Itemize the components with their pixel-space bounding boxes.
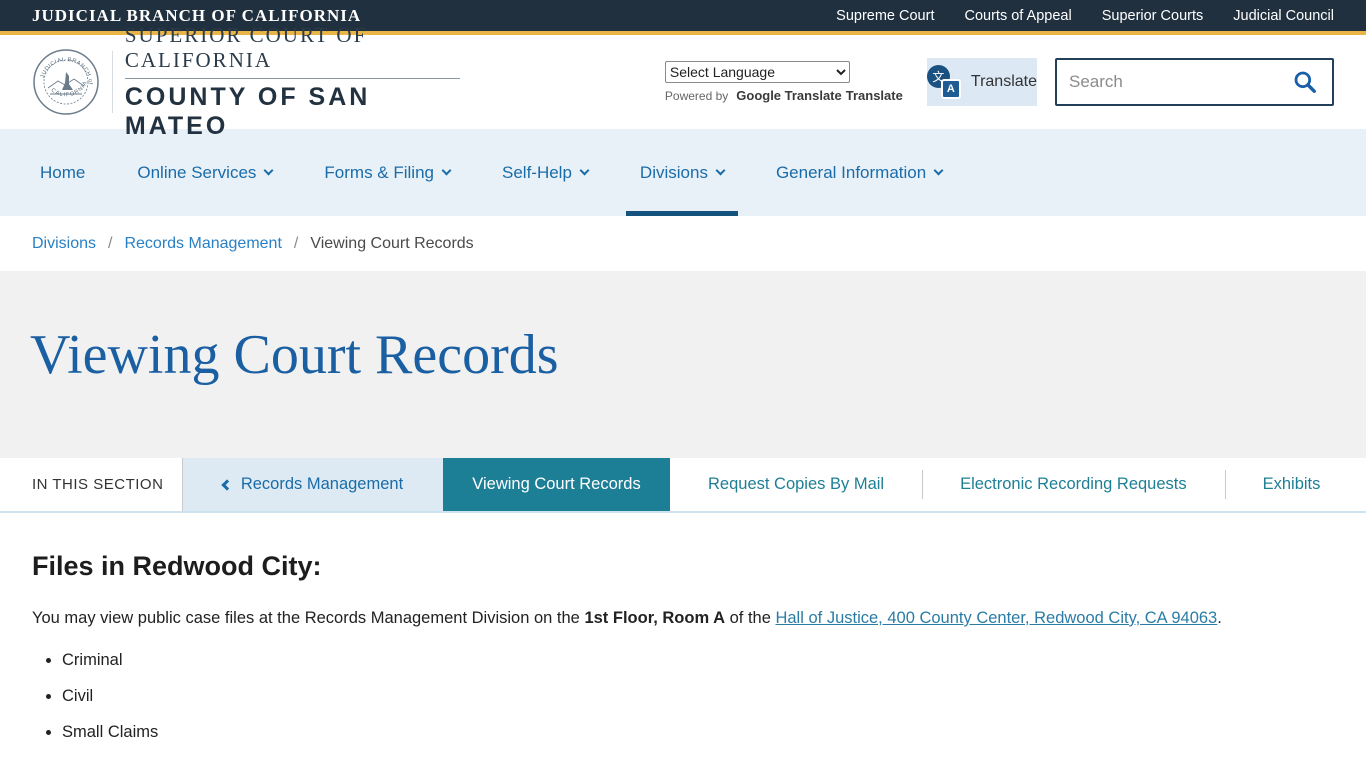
topbar-links: Supreme Court Courts of Appeal Superior … (836, 8, 1334, 24)
powered-by-label: Powered by (665, 89, 728, 103)
translate-icon-square: A (941, 79, 961, 99)
paragraph-text: . (1217, 609, 1222, 627)
chevron-down-icon (264, 166, 274, 176)
list-item: Civil (62, 687, 1334, 706)
main-navigation: Home Online Services Forms & Filing Self… (0, 129, 1366, 216)
nav-item-general-information[interactable]: General Information (750, 129, 968, 216)
breadcrumb-records-management[interactable]: Records Management (124, 235, 281, 253)
hero-banner: Viewing Court Records (0, 271, 1366, 458)
nav-item-online-services[interactable]: Online Services (111, 129, 298, 216)
paragraph-text: You may view public case files at the Re… (32, 609, 584, 627)
tab-viewing-court-records-active: Viewing Court Records (443, 458, 670, 511)
translate-icon: 文 A (927, 65, 961, 99)
google-translate-widget: Select Language Powered by Google Transl… (665, 61, 897, 103)
content-heading: Files in Redwood City: (32, 551, 1334, 582)
powered-by-row: Powered by Google Translate Translate (665, 88, 897, 103)
page-title: Viewing Court Records (30, 323, 1366, 387)
breadcrumb-current: Viewing Court Records (310, 235, 473, 253)
paragraph-text: of the (725, 609, 775, 627)
hall-of-justice-link[interactable]: Hall of Justice, 400 County Center, Redw… (775, 609, 1217, 627)
breadcrumb-separator: / (108, 235, 112, 253)
chevron-left-icon (221, 479, 232, 490)
chevron-down-icon (934, 166, 944, 176)
translate-button-label: Translate (971, 73, 1037, 91)
court-seal-icon: JUDICIAL BRANCH of CALIFORNIA (32, 48, 100, 116)
tab-exhibits[interactable]: Exhibits (1225, 458, 1359, 511)
paragraph-bold-location: 1st Floor, Room A (584, 609, 725, 627)
breadcrumb: Divisions / Records Management / Viewing… (0, 216, 1366, 271)
nav-item-divisions[interactable]: Divisions (614, 129, 750, 216)
site-logo[interactable]: JUDICIAL BRANCH of CALIFORNIA SUPERIOR C… (32, 23, 460, 141)
chevron-down-icon (579, 166, 589, 176)
case-type-list: Criminal Civil Small Claims (32, 651, 1334, 742)
topbar-link-courts-of-appeal[interactable]: Courts of Appeal (964, 8, 1071, 24)
site-header: JUDICIAL BRANCH of CALIFORNIA SUPERIOR C… (0, 35, 1366, 129)
nav-item-forms-filing-label: Forms & Filing (324, 163, 434, 183)
search-icon (1292, 69, 1318, 95)
list-item: Criminal (62, 651, 1334, 670)
search-box (1055, 58, 1334, 106)
google-translate-label: Google Translate (736, 88, 841, 103)
site-name-line1: SUPERIOR COURT OF CALIFORNIA (125, 23, 460, 79)
site-name: SUPERIOR COURT OF CALIFORNIA COUNTY OF S… (125, 23, 460, 141)
topbar-link-judicial-council[interactable]: Judicial Council (1233, 8, 1334, 24)
chevron-down-icon (716, 166, 726, 176)
nav-item-general-information-label: General Information (776, 163, 926, 183)
logo-divider (112, 51, 113, 113)
topbar-link-superior-courts[interactable]: Superior Courts (1102, 8, 1204, 24)
google-translate-suffix: Translate (846, 88, 903, 103)
nav-item-home-label: Home (40, 163, 85, 183)
content-paragraph: You may view public case files at the Re… (32, 606, 1334, 631)
nav-item-divisions-label: Divisions (640, 163, 708, 183)
tab-request-copies-by-mail[interactable]: Request Copies By Mail (670, 458, 922, 511)
breadcrumb-separator: / (294, 235, 298, 253)
back-tab-records-management[interactable]: Records Management (183, 458, 443, 511)
nav-item-self-help-label: Self-Help (502, 163, 572, 183)
search-button[interactable] (1290, 67, 1320, 97)
list-item: Small Claims (62, 723, 1334, 742)
nav-item-forms-filing[interactable]: Forms & Filing (298, 129, 476, 216)
nav-item-home[interactable]: Home (40, 129, 111, 216)
tab-electronic-recording-requests[interactable]: Electronic Recording Requests (922, 458, 1225, 511)
chevron-down-icon (442, 166, 452, 176)
search-input[interactable] (1069, 72, 1290, 92)
nav-item-online-services-label: Online Services (137, 163, 256, 183)
topbar-link-supreme-court[interactable]: Supreme Court (836, 8, 934, 24)
section-navigation: IN THIS SECTION Records Management Viewi… (0, 458, 1366, 513)
language-select[interactable]: Select Language (665, 61, 850, 83)
nav-item-self-help[interactable]: Self-Help (476, 129, 614, 216)
main-content: Files in Redwood City: You may view publ… (0, 513, 1366, 742)
breadcrumb-divisions[interactable]: Divisions (32, 235, 96, 253)
back-tab-label: Records Management (241, 475, 403, 494)
translate-button[interactable]: 文 A Translate (927, 58, 1037, 106)
in-this-section-label: IN THIS SECTION (0, 458, 183, 511)
